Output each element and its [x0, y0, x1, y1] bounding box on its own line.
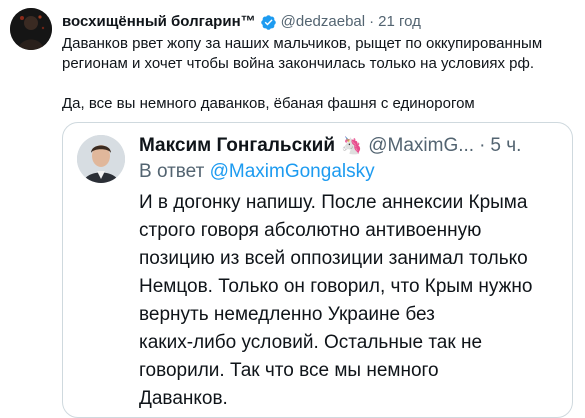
unicorn-emoji-icon: 🦄: [341, 136, 363, 155]
tweet[interactable]: восхищённый болгарин™ @dedzaebal · 21 го…: [0, 0, 585, 418]
separator-dot: ·: [369, 13, 375, 30]
quoted-line: говорили. Так что все мы немного: [139, 360, 439, 381]
quoted-line: Немцов. Только он говорил, что Крым нужн…: [139, 276, 533, 297]
display-name[interactable]: восхищённый болгарин™: [62, 12, 256, 32]
quoted-line: Даванков.: [139, 388, 228, 409]
quoted-text: И в догонку напишу. После аннексии Крыма…: [139, 189, 559, 413]
quoted-line: каких-либо условий. Остальные так не: [139, 332, 483, 353]
reply-prefix: В ответ: [139, 161, 205, 182]
quoted-display-name[interactable]: Максим Гонгальский: [139, 133, 335, 159]
quoted-timestamp[interactable]: 5 ч.: [490, 133, 521, 159]
quoted-header: Максим Гонгальский 🦄 @MaximG... · 5 ч.: [139, 133, 560, 159]
tweet-header: восхищённый болгарин™ @dedzaebal · 21 го…: [62, 12, 575, 32]
quoted-line: строго говоря абсолютно антивоенную: [139, 220, 482, 241]
verified-badge-icon: [260, 14, 276, 30]
handle[interactable]: @dedzaebal: [281, 12, 365, 32]
reply-context: В ответ @MaximGongalsky: [139, 159, 375, 185]
avatar[interactable]: [10, 8, 52, 50]
quoted-avatar-image: [77, 135, 125, 183]
quoted-avatar[interactable]: [77, 135, 125, 183]
reply-handle-link[interactable]: @MaximGongalsky: [210, 161, 375, 182]
quoted-line: позицию из всей оппозиции занимал только: [139, 248, 528, 269]
quoted-line: И в догонку напишу. После аннексии Крыма: [139, 192, 528, 213]
tweet-text: Даванков рвет жопу за наших мальчиков, р…: [62, 34, 570, 114]
quoted-handle[interactable]: @MaximG...: [368, 133, 474, 159]
avatar-image: [10, 8, 52, 50]
separator-dot: ·: [479, 135, 486, 156]
tweet-paragraph: Да, все вы немного даванков, ёбаная фашн…: [62, 95, 475, 112]
tweet-paragraph: Даванков рвет жопу за наших мальчиков, р…: [62, 35, 543, 72]
timestamp[interactable]: 21 год: [378, 12, 421, 32]
quoted-line: вернуть немедленно Украине без: [139, 304, 435, 325]
quoted-tweet-card[interactable]: Максим Гонгальский 🦄 @MaximG... · 5 ч. В…: [62, 122, 573, 418]
